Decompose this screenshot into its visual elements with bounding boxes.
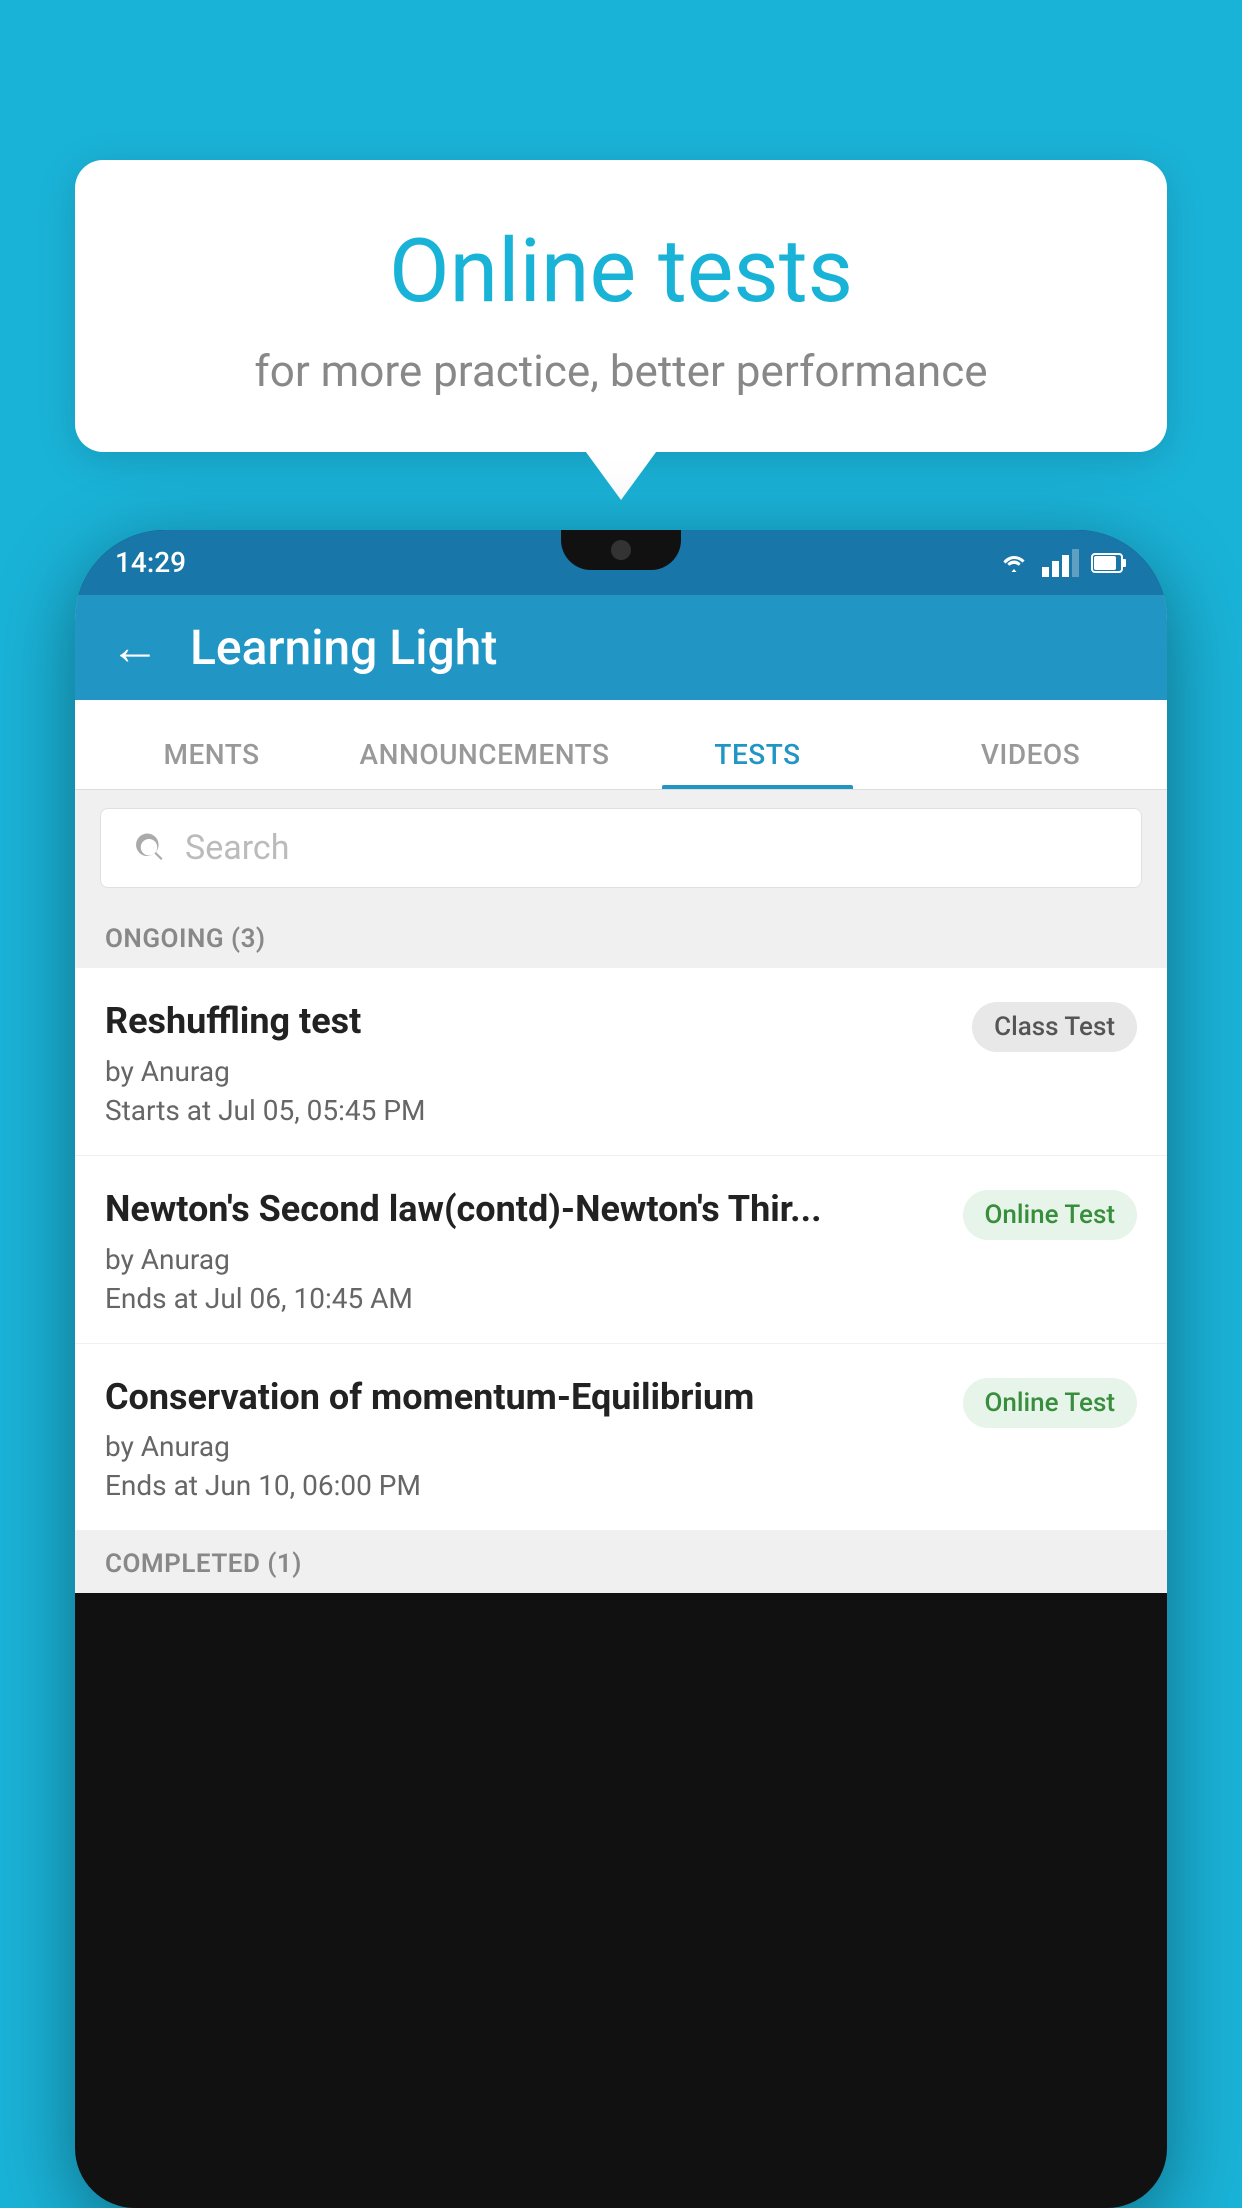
notch — [561, 530, 681, 570]
test-item[interactable]: Conservation of momentum-Equilibrium by … — [75, 1344, 1167, 1532]
test-badge: Class Test — [972, 1002, 1137, 1052]
camera — [611, 540, 631, 560]
phone-frame: 14:29 ← — [75, 530, 1167, 2208]
battery-icon — [1091, 552, 1127, 574]
tab-announcements[interactable]: ANNOUNCEMENTS — [348, 738, 621, 789]
hero-card: Online tests for more practice, better p… — [75, 160, 1167, 452]
test-item[interactable]: Newton's Second law(contd)-Newton's Thir… — [75, 1156, 1167, 1344]
ongoing-section-label: ONGOING (3) — [75, 906, 1167, 968]
test-time: Ends at Jun 10, 06:00 PM — [105, 1469, 943, 1502]
app-bar: ← Learning Light — [75, 595, 1167, 700]
phone-screen: ← Learning Light MENTS ANNOUNCEMENTS TES… — [75, 595, 1167, 1593]
hero-title: Online tests — [125, 220, 1117, 323]
back-button[interactable]: ← — [110, 618, 160, 677]
completed-section-label: COMPLETED (1) — [75, 1531, 1167, 1593]
search-placeholder: Search — [185, 828, 289, 868]
status-bar: 14:29 — [75, 530, 1167, 595]
hero-subtitle: for more practice, better performance — [125, 345, 1117, 397]
test-author: by Anurag — [105, 1055, 952, 1088]
tab-ments[interactable]: MENTS — [75, 738, 348, 789]
signal-icon — [1042, 549, 1079, 577]
test-author: by Anurag — [105, 1243, 943, 1276]
test-time: Starts at Jul 05, 05:45 PM — [105, 1094, 952, 1127]
app-title: Learning Light — [190, 619, 497, 676]
tabs-bar: MENTS ANNOUNCEMENTS TESTS VIDEOS — [75, 700, 1167, 790]
test-badge: Online Test — [963, 1378, 1138, 1428]
test-list: Reshuffling test by Anurag Starts at Jul… — [75, 968, 1167, 1531]
search-container: Search — [75, 790, 1167, 906]
status-icons — [998, 549, 1127, 577]
status-time: 14:29 — [115, 546, 186, 579]
test-title: Conservation of momentum-Equilibrium — [105, 1374, 943, 1421]
wifi-icon — [998, 551, 1030, 575]
test-title: Newton's Second law(contd)-Newton's Thir… — [105, 1186, 943, 1233]
tab-tests[interactable]: TESTS — [621, 738, 894, 789]
test-author: by Anurag — [105, 1430, 943, 1463]
test-info: Reshuffling test by Anurag Starts at Jul… — [105, 998, 972, 1127]
search-bar[interactable]: Search — [100, 808, 1142, 888]
test-time: Ends at Jul 06, 10:45 AM — [105, 1282, 943, 1315]
test-badge: Online Test — [963, 1190, 1138, 1240]
test-item[interactable]: Reshuffling test by Anurag Starts at Jul… — [75, 968, 1167, 1156]
tab-videos[interactable]: VIDEOS — [894, 738, 1167, 789]
test-info: Conservation of momentum-Equilibrium by … — [105, 1374, 963, 1503]
search-icon — [131, 830, 167, 866]
test-info: Newton's Second law(contd)-Newton's Thir… — [105, 1186, 963, 1315]
test-title: Reshuffling test — [105, 998, 952, 1045]
